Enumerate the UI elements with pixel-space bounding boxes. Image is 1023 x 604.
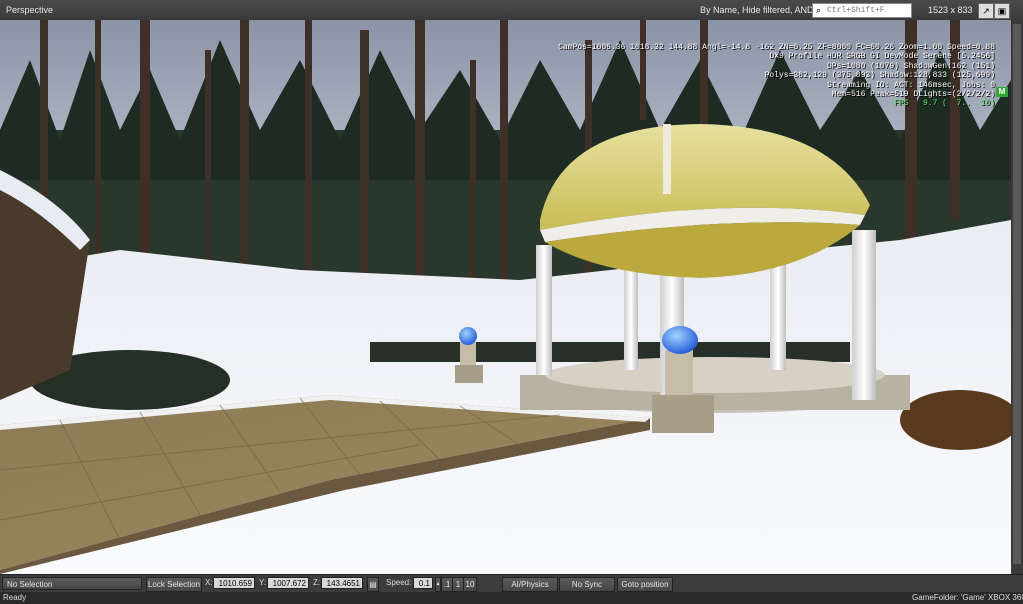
3d-viewport[interactable]: CamPos=1006.36 1018.32 144.88 Angl=-14.8… [0,20,1011,574]
search-box[interactable]: ⌕ [812,3,912,18]
viewport-label[interactable]: Perspective [6,5,53,15]
goto-position-button[interactable]: Goto position [617,577,673,592]
stats-line: Mem=516 Peak=519 DLights=(2/2/2/2) [831,90,995,100]
scrollbar-thumb[interactable] [1013,24,1021,564]
pin-icon[interactable]: ↗ [978,3,994,19]
z-coordinate-input[interactable]: 143.4651 [321,577,363,589]
stats-line: CamPos=1006.36 1018.32 144.88 Angl=-14.8… [558,43,995,52]
lock-selection-button[interactable]: Lock Selection [146,577,202,592]
speed-label: Speed: [386,578,412,587]
stats-line: Polys=382,129 (375,893) Shadow:128,833 (… [764,71,995,81]
filter-description: By Name, Hide filtered, AND [700,5,814,15]
game-folder-status: GameFolder: 'Game' XBOX 360 [912,593,1023,602]
stats-line: DPs=1080 (1079) ShadowGen:162 (151) [826,61,995,71]
viewport-titlebar: Perspective By Name, Hide filtered, AND … [0,0,1023,21]
search-input[interactable] [827,4,909,17]
y-coordinate-input[interactable]: 1007.672 [267,577,309,589]
status-bar: Ready GameFolder: 'Game' XBOX 360 [0,592,1023,604]
y-label: Y: [259,578,267,587]
x-label: X: [205,578,213,587]
ready-status: Ready [3,593,27,602]
fps-readout: FPS 9.7 ( 7.. 10) [894,99,995,109]
render-stats-overlay: CamPos=1006.36 1018.32 144.88 Angl=-14.8… [558,43,995,109]
stats-line: Streaming IO: ACT: 146msec, Jobs: 0 [826,80,995,90]
speed-preset-10[interactable]: 10 [463,577,477,592]
selection-status: No Selection [2,577,142,590]
bottom-toolbar: No Selection Lock Selection X: 1010.659 … [0,574,1023,602]
lock-icon[interactable]: ▤ [367,577,379,592]
maximize-icon[interactable]: ▣ [994,3,1010,19]
speed-input[interactable]: 0.1 [413,577,433,589]
mode-badge: M [996,87,1008,97]
search-icon: ⌕ [816,5,822,15]
no-sync-player-button[interactable]: No Sync Player [559,577,615,602]
x-coordinate-input[interactable]: 1010.659 [213,577,255,589]
stats-line: DX9 Profile HDR SRGB GI DevMode Serene [… [769,52,995,62]
viewport-resolution: 1523 x 833 [928,5,973,15]
viewport-scrollbar[interactable] [1011,20,1023,574]
ai-physics-button[interactable]: AI/Physics [502,577,558,592]
z-label: Z: [313,578,321,587]
